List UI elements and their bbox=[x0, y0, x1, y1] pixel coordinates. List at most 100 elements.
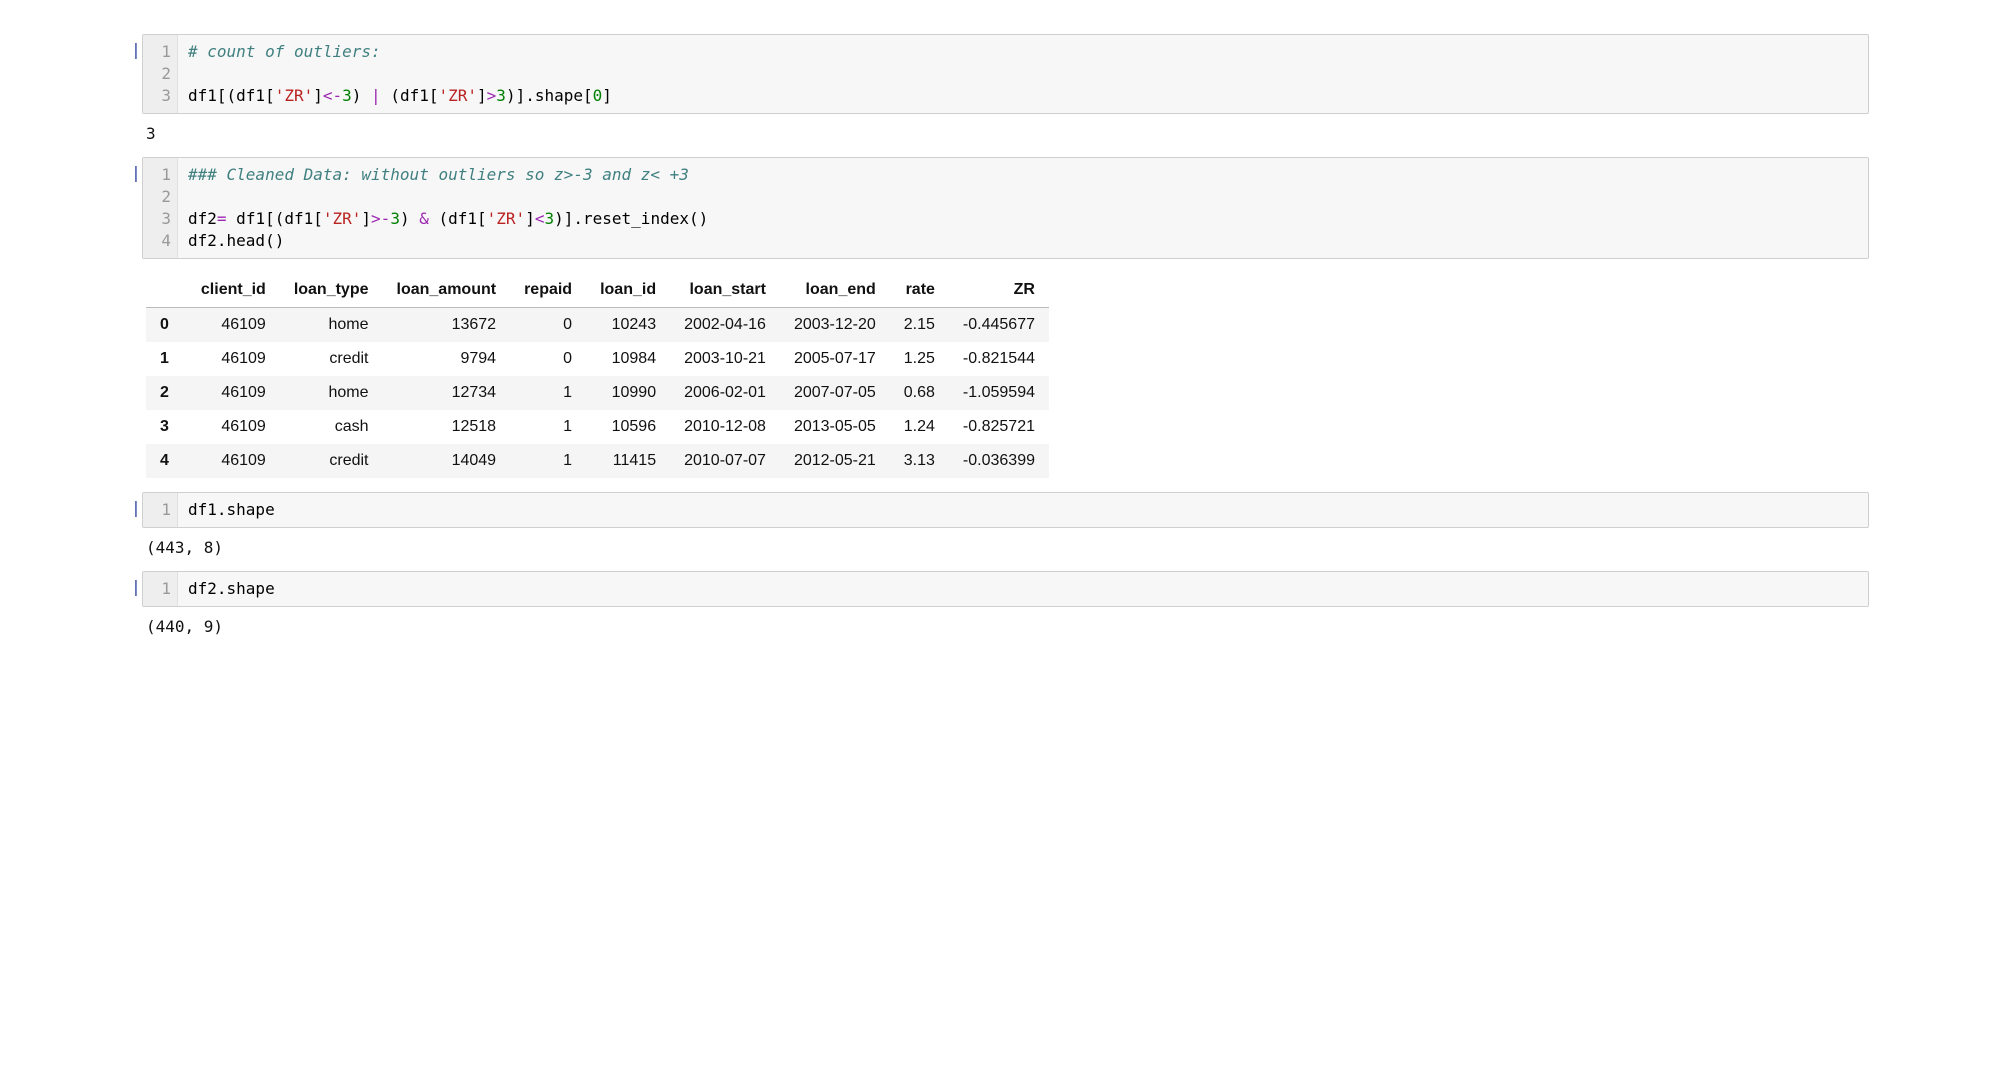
column-header: client_id bbox=[187, 273, 280, 308]
table-row: 346109cash125181105962010-12-082013-05-0… bbox=[146, 410, 1049, 444]
table-row: 146109credit97940109842003-10-212005-07-… bbox=[146, 342, 1049, 376]
table-cell: 2006-02-01 bbox=[670, 376, 780, 410]
table-cell: 1 bbox=[510, 376, 586, 410]
table-cell: credit bbox=[280, 444, 383, 478]
table-header-row: client_idloan_typeloan_amountrepaidloan_… bbox=[146, 273, 1049, 308]
line-number: 1 bbox=[149, 164, 171, 186]
table-cell: 2010-12-08 bbox=[670, 410, 780, 444]
code-area: |123# count of outliers: df1[(df1['ZR']<… bbox=[130, 34, 1869, 114]
code-token: ] bbox=[361, 209, 371, 228]
table-cell: 1 bbox=[510, 410, 586, 444]
code-token: 'ZR' bbox=[323, 209, 362, 228]
code-box[interactable]: 1234### Cleaned Data: without outliers s… bbox=[142, 157, 1869, 259]
dataframe-table: client_idloan_typeloan_amountrepaidloan_… bbox=[146, 273, 1049, 478]
code-token: df2.head() bbox=[188, 231, 284, 250]
code-source[interactable]: df2.shape bbox=[178, 572, 1868, 606]
code-token: ### Cleaned Data: without outliers so z>… bbox=[188, 165, 689, 184]
cell-prompt: | bbox=[130, 157, 142, 259]
code-token: 3 bbox=[342, 86, 352, 105]
code-token: (df1[ bbox=[429, 209, 487, 228]
table-cell: 2007-07-05 bbox=[780, 376, 890, 410]
code-token: ] bbox=[602, 86, 612, 105]
column-header: loan_id bbox=[586, 273, 670, 308]
line-number-gutter: 1 bbox=[143, 493, 178, 527]
line-number: 1 bbox=[149, 41, 171, 63]
line-number-gutter: 123 bbox=[143, 35, 178, 113]
code-cell: |123# count of outliers: df1[(df1['ZR']<… bbox=[130, 34, 1869, 143]
row-index: 2 bbox=[146, 376, 187, 410]
code-token: df2.shape bbox=[188, 579, 275, 598]
table-cell: home bbox=[280, 376, 383, 410]
code-token: )].reset_index() bbox=[554, 209, 708, 228]
line-number: 4 bbox=[149, 230, 171, 252]
table-cell: -1.059594 bbox=[949, 376, 1049, 410]
table-cell: credit bbox=[280, 342, 383, 376]
table-cell: 11415 bbox=[586, 444, 670, 478]
table-cell: 1.24 bbox=[890, 410, 949, 444]
code-token: )].shape[ bbox=[506, 86, 593, 105]
table-row: 446109credit140491114152010-07-072012-05… bbox=[146, 444, 1049, 478]
code-token: 'ZR' bbox=[275, 86, 314, 105]
line-number: 1 bbox=[149, 578, 171, 600]
column-header: ZR bbox=[949, 273, 1049, 308]
table-cell: 14049 bbox=[383, 444, 511, 478]
table-cell: 0.68 bbox=[890, 376, 949, 410]
code-token: ) bbox=[352, 86, 371, 105]
column-header: loan_amount bbox=[383, 273, 511, 308]
code-box[interactable]: 1 df2.shape bbox=[142, 571, 1869, 607]
table-cell: 2013-05-05 bbox=[780, 410, 890, 444]
code-token: df1.shape bbox=[188, 500, 275, 519]
table-cell: -0.821544 bbox=[949, 342, 1049, 376]
code-source[interactable]: # count of outliers: df1[(df1['ZR']<-3) … bbox=[178, 35, 1868, 113]
cell-output-text: 3 bbox=[146, 124, 1869, 143]
code-token: 3 bbox=[496, 86, 506, 105]
code-source[interactable]: df1.shape bbox=[178, 493, 1868, 527]
line-number-gutter: 1 bbox=[143, 572, 178, 606]
column-header: loan_start bbox=[670, 273, 780, 308]
code-box[interactable]: 1 df1.shape bbox=[142, 492, 1869, 528]
table-cell: -0.445677 bbox=[949, 308, 1049, 343]
code-token: <- bbox=[323, 86, 342, 105]
table-cell: -0.036399 bbox=[949, 444, 1049, 478]
code-source[interactable]: ### Cleaned Data: without outliers so z>… bbox=[178, 158, 1868, 258]
line-number: 3 bbox=[149, 208, 171, 230]
table-cell: 3.13 bbox=[890, 444, 949, 478]
table-cell: 12518 bbox=[383, 410, 511, 444]
table-cell: 46109 bbox=[187, 376, 280, 410]
row-index: 3 bbox=[146, 410, 187, 444]
notebook: |123# count of outliers: df1[(df1['ZR']<… bbox=[0, 0, 1999, 686]
code-token: df1[(df1[ bbox=[227, 209, 323, 228]
table-cell: home bbox=[280, 308, 383, 343]
code-box[interactable]: 123# count of outliers: df1[(df1['ZR']<-… bbox=[142, 34, 1869, 114]
code-token: = bbox=[217, 209, 227, 228]
code-token: 'ZR' bbox=[438, 86, 477, 105]
table-cell: 9794 bbox=[383, 342, 511, 376]
cell-prompt: | bbox=[130, 492, 142, 528]
code-cell: |1df1.shape(443, 8) bbox=[130, 492, 1869, 557]
table-body: 046109home136720102432002-04-162003-12-2… bbox=[146, 308, 1049, 479]
code-token: (df1[ bbox=[381, 86, 439, 105]
dataframe-output: client_idloan_typeloan_amountrepaidloan_… bbox=[146, 273, 1869, 478]
table-cell: 1.25 bbox=[890, 342, 949, 376]
code-token: >- bbox=[371, 209, 390, 228]
table-cell: 2003-10-21 bbox=[670, 342, 780, 376]
table-corner bbox=[146, 273, 187, 308]
code-token: 3 bbox=[390, 209, 400, 228]
code-area: |1234### Cleaned Data: without outliers … bbox=[130, 157, 1869, 259]
code-token: & bbox=[419, 209, 429, 228]
cell-prompt: | bbox=[130, 34, 142, 114]
row-index: 4 bbox=[146, 444, 187, 478]
code-token: | bbox=[371, 86, 381, 105]
code-cell: |1234### Cleaned Data: without outliers … bbox=[130, 157, 1869, 478]
code-cell: |1df2.shape(440, 9) bbox=[130, 571, 1869, 636]
table-cell: 46109 bbox=[187, 342, 280, 376]
table-cell: 2005-07-17 bbox=[780, 342, 890, 376]
code-token: df2 bbox=[188, 209, 217, 228]
table-cell: 1 bbox=[510, 444, 586, 478]
code-token: 3 bbox=[544, 209, 554, 228]
column-header: repaid bbox=[510, 273, 586, 308]
code-token: 'ZR' bbox=[487, 209, 526, 228]
table-cell: 10596 bbox=[586, 410, 670, 444]
code-token: ] bbox=[313, 86, 323, 105]
code-token: # count of outliers: bbox=[188, 42, 381, 61]
